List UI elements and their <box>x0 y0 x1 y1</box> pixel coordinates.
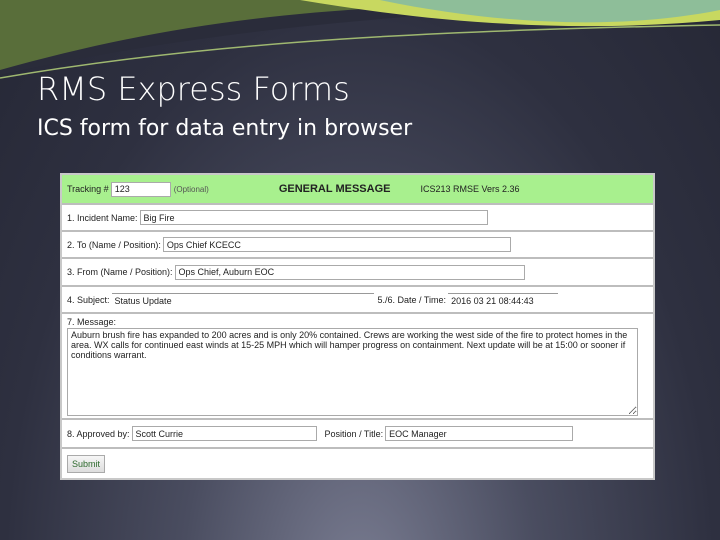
subject-label: 4. Subject: <box>67 294 110 305</box>
incident-name-input[interactable] <box>139 210 488 225</box>
to-row: 2. To (Name / Position): <box>62 232 653 259</box>
from-input[interactable] <box>174 264 525 280</box>
datetime-label: 5./6. Date / Time: <box>377 294 447 305</box>
approval-row: 8. Approved by: Position / Title: <box>62 420 653 449</box>
slide-title: RMS Express Forms <box>37 70 350 108</box>
tracking-label: Tracking # <box>67 184 109 194</box>
approved-by-input[interactable] <box>131 426 317 441</box>
form-version: ICS213 RMSE Vers 2.36 <box>420 184 520 194</box>
datetime-input[interactable] <box>448 292 559 307</box>
slide-subtitle: ICS form for data entry in browser <box>37 116 413 141</box>
to-input[interactable] <box>162 237 511 252</box>
to-label: 2. To (Name / Position): <box>67 239 161 250</box>
submit-row: Submit <box>62 449 653 478</box>
position-label: Position / Title: <box>324 428 384 439</box>
approved-label: 8. Approved by: <box>67 428 130 439</box>
incident-row: 1. Incident Name: <box>62 205 653 232</box>
subject-row: 4. Subject: 5./6. Date / Time: <box>62 287 653 314</box>
ics213-form: Tracking # (Optional) GENERAL MESSAGE IC… <box>60 173 655 480</box>
incident-label: 1. Incident Name: <box>67 212 138 223</box>
from-row: 3. From (Name / Position): <box>62 259 653 287</box>
message-row: 7. Message: Auburn brush fire has expand… <box>62 314 653 420</box>
message-label: 7. Message: <box>67 317 117 327</box>
subject-input[interactable] <box>111 292 374 307</box>
submit-button[interactable]: Submit <box>67 454 106 473</box>
optional-note: (Optional) <box>173 184 209 194</box>
tracking-input[interactable] <box>110 181 171 197</box>
position-input[interactable] <box>385 426 574 441</box>
form-header: Tracking # (Optional) GENERAL MESSAGE IC… <box>62 175 653 205</box>
form-heading: GENERAL MESSAGE <box>278 183 391 195</box>
message-textarea[interactable]: Auburn brush fire has expanded to 200 ac… <box>67 328 638 416</box>
from-label: 3. From (Name / Position): <box>67 267 173 277</box>
